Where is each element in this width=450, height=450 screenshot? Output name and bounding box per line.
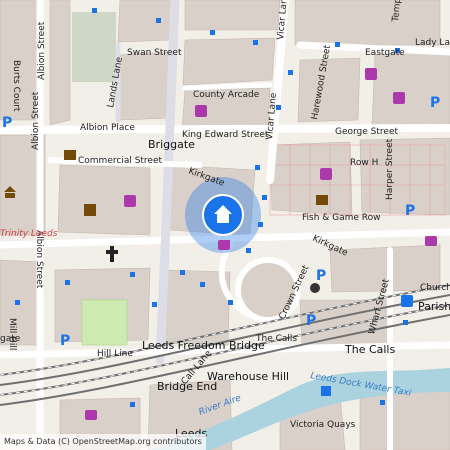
label-trinity-leeds: Trinity Leeds xyxy=(0,229,58,239)
label-albion-street-2: Albion Street xyxy=(31,91,41,150)
label-commercial-street: Commercial Street xyxy=(78,156,163,166)
label-eastgate: Eastgate xyxy=(365,48,405,58)
parking-icon: P xyxy=(405,203,415,219)
label-hill-line: Hill Line xyxy=(97,349,133,359)
label-king-edward-street: King Edward Street xyxy=(182,130,269,140)
parking-icon: P xyxy=(2,115,12,131)
label-parish-church: Parish Church xyxy=(418,300,450,313)
parking-icon: P xyxy=(430,95,440,111)
label-burts-court: Burts Court xyxy=(11,60,21,112)
map-view[interactable]: P P P P P P Swan Street County Arcade Al… xyxy=(0,0,450,450)
label-fish-game-row: Fish & Game Row xyxy=(302,213,381,223)
green-block xyxy=(72,12,116,82)
parking-icon: P xyxy=(306,313,316,329)
label-the-calls: The Calls xyxy=(255,334,297,344)
label-albion-place: Albion Place xyxy=(80,123,135,133)
map-canvas[interactable]: P P P P P P Swan Street County Arcade Al… xyxy=(0,0,450,450)
theatre-icon xyxy=(84,204,96,216)
label-swan-street: Swan Street xyxy=(127,48,182,58)
bus-station-icon xyxy=(401,295,413,307)
parking-icon: P xyxy=(316,268,326,284)
label-briggate: Briggate xyxy=(148,138,195,151)
label-george-street: George Street xyxy=(335,127,398,137)
park-area xyxy=(81,299,128,346)
library-icon xyxy=(64,150,76,160)
map-attribution: Maps & Data (C) OpenStreetMap.org contri… xyxy=(0,434,206,450)
label-harper-street: Harper Street xyxy=(385,138,395,200)
parking-icon: P xyxy=(60,333,70,349)
label-lady-lane: Lady La xyxy=(415,38,450,48)
label-county-arcade: County Arcade xyxy=(193,90,260,100)
label-albion-street-1: Albion Street xyxy=(37,21,47,80)
label-gate: gate xyxy=(0,334,21,344)
label-the-calls-2: The Calls xyxy=(344,343,395,356)
label-warehouse-hill: Warehouse Hill xyxy=(207,370,289,383)
library-icon-2 xyxy=(316,195,328,205)
label-row-h: Row H xyxy=(350,158,378,168)
water-taxi-icon xyxy=(321,386,331,396)
label-church: Church xyxy=(420,283,450,293)
label-leeds-freedom-bridge: Leeds Freedom Bridge xyxy=(142,339,265,352)
station-icon xyxy=(310,283,320,293)
label-victoria-quays: Victoria Quays xyxy=(290,420,356,430)
